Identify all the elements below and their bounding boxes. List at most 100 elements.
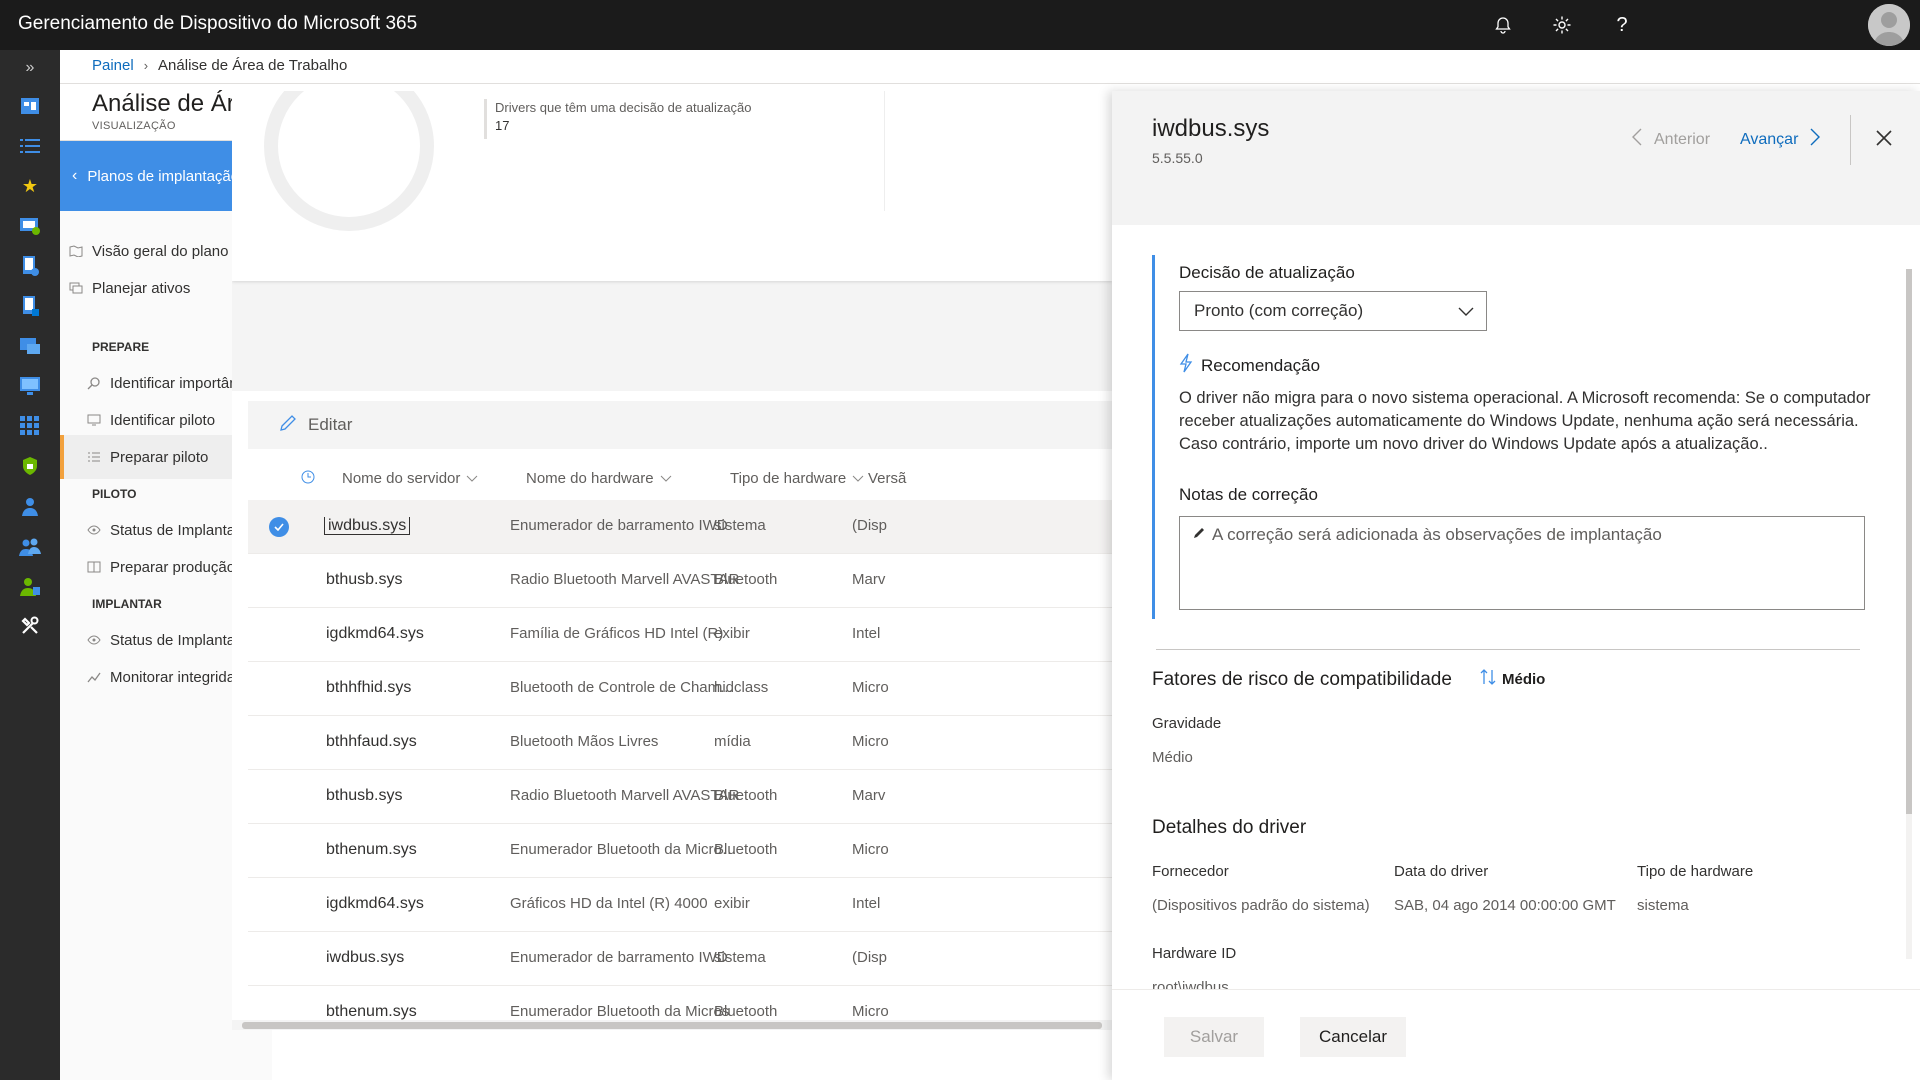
column-select-icon[interactable] [301,470,315,484]
list-icon[interactable] [18,134,42,158]
cell-hardware-type: sistema [714,949,766,966]
groups-icon[interactable] [18,534,42,558]
grid-apps-icon[interactable] [18,414,42,438]
breadcrumb-link-painel[interactable]: Painel [92,57,134,74]
column-header-hardware-name[interactable]: Nome do hardware [526,470,672,487]
dashboard-icon[interactable] [18,94,42,118]
apps-icon[interactable] [18,334,42,358]
pencil-icon [1192,525,1206,545]
tools-icon[interactable] [18,614,42,638]
cell-hardware-type: Bluetooth [714,841,778,858]
cell-version: Micro [852,679,889,696]
user-icon[interactable] [18,494,42,518]
previous-label: Anterior [1654,130,1711,148]
table-row[interactable]: igdkmd64.sys Gráficos HD da Intel (R) 40… [248,878,1112,932]
table-header: Nome do servidor Nome do hardware Tipo d… [248,459,1112,499]
roles-icon[interactable] [18,574,42,598]
panel-footer: Salvar Cancelar [1112,989,1920,1080]
favorites-star-icon[interactable]: ★ [18,174,42,198]
edit-pencil-icon[interactable] [278,413,298,438]
cell-version: Intel [852,625,881,642]
column-header-version[interactable]: Versã [868,470,906,487]
table-row[interactable]: bthhfaud.sys Bluetooth Mãos Livres mídia… [248,716,1112,770]
chevron-down-icon [1458,302,1474,322]
table-row[interactable]: bthusb.sys Radio Bluetooth Marvell AVAST… [248,554,1112,608]
panel-title: iwdbus.sys [1152,115,1270,142]
security-shield-icon[interactable] [18,454,42,478]
hardware-type-value: sistema [1637,897,1689,914]
expand-icon[interactable]: » [18,56,42,80]
table-row[interactable]: iwdbus.sys Enumerador de barramento IWD … [248,500,1112,554]
table-row[interactable]: bthhfhid.sys Bluetooth de Controle de Ch… [248,662,1112,716]
row-selected-check-icon[interactable] [269,517,289,537]
cell-hardware-name: Enumerador de barramento IWD [510,949,728,966]
cell-version: Micro [852,841,889,858]
decision-label: Decisão de atualização [1179,263,1355,282]
metric-divider [484,99,487,139]
column-header-hardware-type[interactable]: Tipo de hardware [730,470,864,487]
devices-icon[interactable] [18,214,42,238]
driver-date-label: Data do driver [1394,863,1489,880]
next-label: Avançar [1740,130,1799,148]
close-panel-icon[interactable] [1875,129,1899,153]
left-icon-rail: » ★ [0,50,60,1080]
cell-version: Micro [852,1003,889,1020]
upgrade-decision-section: Decisão de atualização Pronto (com corre… [1152,255,1872,619]
panel-version: 5.5.55.0 [1152,150,1203,166]
scrollbar-thumb[interactable] [1906,269,1912,814]
edit-button[interactable]: Editar [308,415,352,435]
table-row[interactable]: bthusb.sys Radio Bluetooth Marvell AVAST… [248,770,1112,824]
device-compliance-icon[interactable] [18,254,42,278]
notes-label: Notas de correção [1179,485,1318,504]
hardware-id-value: root\iwdbus [1152,979,1229,989]
risk-level-badge: Médio [1480,668,1545,690]
recommendation-text: O driver não migra para o novo sistema o… [1179,389,1871,453]
scrollbar-thumb[interactable] [242,1022,1102,1029]
table-row[interactable]: iwdbus.sys Enumerador de barramento IWD … [248,932,1112,986]
cell-server-name: bthenum.sys [326,841,417,858]
vendor-label: Fornecedor [1152,863,1229,880]
cell-server-name: bthusb.sys [326,571,403,588]
sort-arrows-icon [1480,668,1496,690]
eye-icon [86,522,102,538]
monitor-icon[interactable] [18,374,42,398]
cell-server-name: bthenum.sys [326,1003,417,1020]
gear-icon[interactable] [1548,11,1576,39]
cell-server-name: bthhfhid.sys [326,679,412,696]
monitor-icon [86,412,102,428]
table-row[interactable]: igdkmd64.sys Família de Gráficos HD Inte… [248,608,1112,662]
save-button[interactable]: Salvar [1164,1017,1264,1057]
next-button[interactable]: Avançar [1740,128,1821,151]
cell-hardware-type: exibir [714,895,750,912]
table-row[interactable]: bthenum.sys Enumerador Bluetooth da Micr… [248,824,1112,878]
device-config-icon[interactable] [18,294,42,318]
page-subtitle: VISUALIZAÇÃO [92,120,176,132]
risk-factors-title: Fatores de risco de compatibilidade [1152,669,1452,690]
nav-item-label: Visão geral do plano [92,242,229,260]
panel-vertical-scrollbar[interactable] [1902,257,1914,977]
hardware-type-label: Tipo de hardware [1637,863,1754,880]
panel-header: iwdbus.sys 5.5.55.0 Anterior Avançar [1112,91,1920,225]
notification-bell-icon[interactable] [1489,11,1517,39]
summary-donut-chart [264,91,434,231]
metric-label: Drivers que têm uma decisão de atualizaç… [495,100,752,115]
cell-hardware-type: sistema [714,517,766,534]
help-icon[interactable]: ? [1608,11,1636,39]
chevron-right-icon [1810,128,1821,151]
remediation-notes-field[interactable]: A correção será adicionada às observaçõe… [1179,516,1865,610]
cell-hardware-name: Radio Bluetooth Marvell AVASTAR [510,571,740,588]
column-label: Nome do hardware [526,470,654,487]
horizontal-scrollbar[interactable] [232,1020,1112,1030]
metric-value: 17 [495,118,510,133]
avatar[interactable] [1868,4,1910,46]
cancel-button[interactable]: Cancelar [1300,1017,1406,1057]
previous-button[interactable]: Anterior [1632,128,1710,151]
upgrade-decision-dropdown[interactable]: Pronto (com correção) [1179,291,1487,331]
health-chart-icon [86,669,102,685]
column-header-server-name[interactable]: Nome do servidor [342,470,478,487]
nav-item-label: Planejar ativos [92,279,191,297]
chevron-left-icon [1632,128,1642,151]
nav-item-label: Monitorar integridade [110,668,252,686]
chevron-left-icon: ‹ [72,167,78,184]
app-title: Gerenciamento de Dispositivo do Microsof… [18,13,418,34]
